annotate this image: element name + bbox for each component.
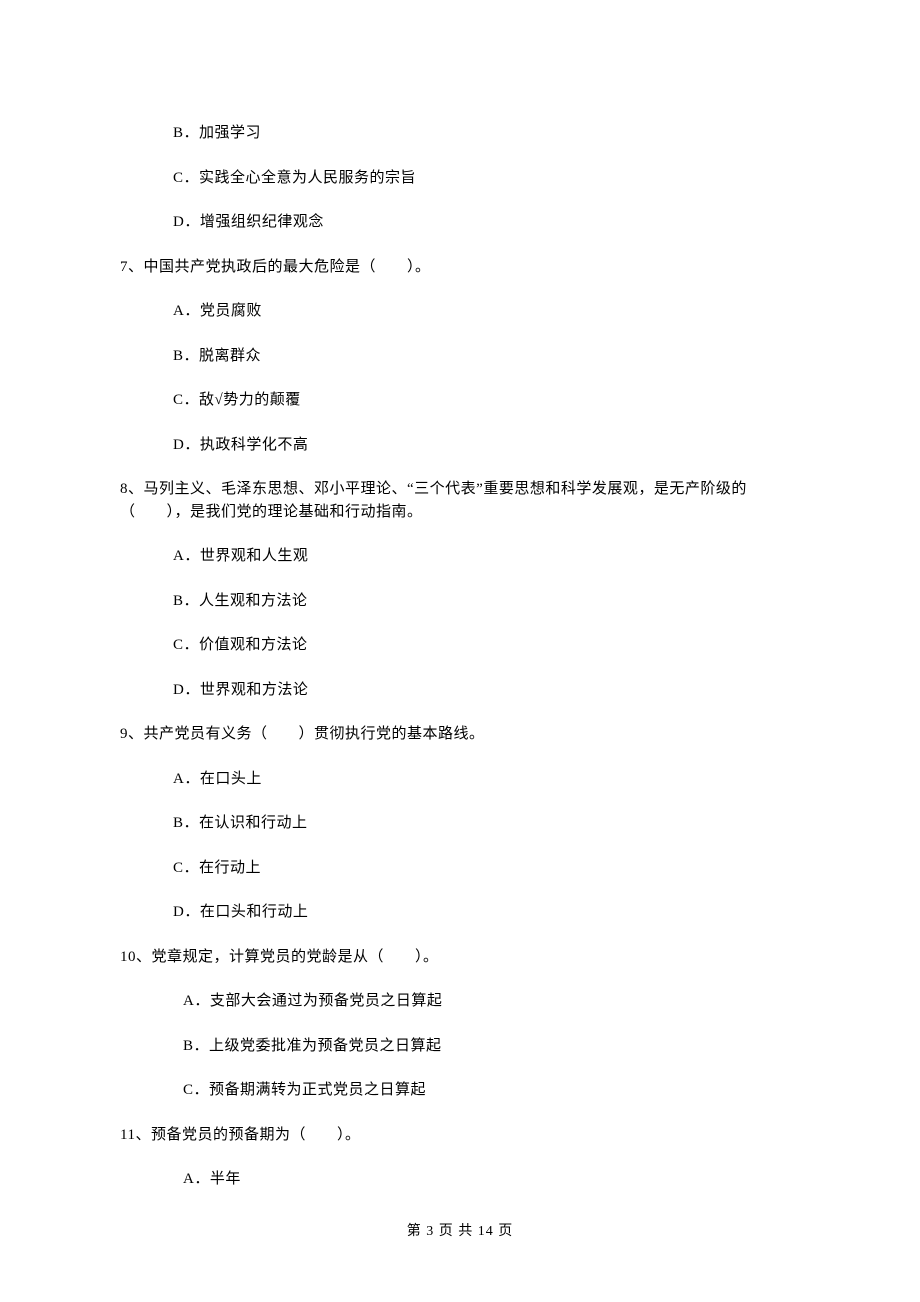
q7-stem: 7、中国共产党执政后的最大危险是（ ）。 [120, 256, 800, 279]
page-content: B．加强学习 C．实践全心全意为人民服务的宗旨 D．增强组织纪律观念 7、中国共… [0, 0, 920, 1191]
q10-option-a: A．支部大会通过为预备党员之日算起 [183, 990, 800, 1013]
q10-option-c: C．预备期满转为正式党员之日算起 [183, 1079, 800, 1102]
q7-option-a: A．党员腐败 [173, 300, 800, 323]
q7-option-d: D．执政科学化不高 [173, 434, 800, 457]
q8-option-c: C．价值观和方法论 [173, 634, 800, 657]
q6-option-c: C．实践全心全意为人民服务的宗旨 [173, 167, 800, 190]
q9-option-b: B．在认识和行动上 [173, 812, 800, 835]
q7-option-b: B．脱离群众 [173, 345, 800, 368]
q9-stem: 9、共产党员有义务（ ）贯彻执行党的基本路线。 [120, 723, 800, 746]
q6-option-d: D．增强组织纪律观念 [173, 211, 800, 234]
page-footer: 第 3 页 共 14 页 [0, 1221, 920, 1242]
q8-option-b: B．人生观和方法论 [173, 590, 800, 613]
q7-option-c: C．敌√势力的颠覆 [173, 389, 800, 412]
q6-option-b: B．加强学习 [173, 122, 800, 145]
q11-option-a: A．半年 [183, 1168, 800, 1191]
q10-option-b: B．上级党委批准为预备党员之日算起 [183, 1035, 800, 1058]
q9-option-c: C．在行动上 [173, 857, 800, 880]
q8-stem: 8、马列主义、毛泽东思想、邓小平理论、“三个代表”重要思想和科学发展观，是无产阶… [120, 478, 800, 523]
q9-option-a: A．在口头上 [173, 768, 800, 791]
q11-stem: 11、预备党员的预备期为（ ）。 [120, 1124, 800, 1147]
q8-option-a: A．世界观和人生观 [173, 545, 800, 568]
q8-option-d: D．世界观和方法论 [173, 679, 800, 702]
q9-option-d: D．在口头和行动上 [173, 901, 800, 924]
q10-stem: 10、党章规定，计算党员的党龄是从（ ）。 [120, 946, 800, 969]
